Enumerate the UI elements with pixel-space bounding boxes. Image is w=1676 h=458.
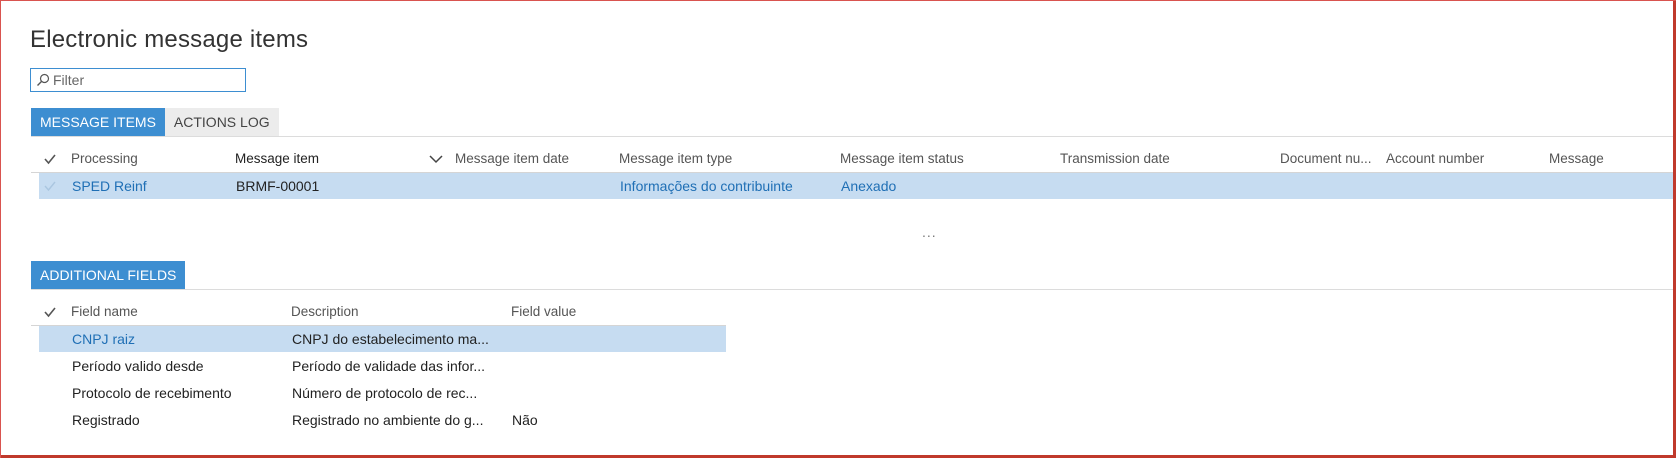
column-header-message[interactable]: Message — [1549, 151, 1604, 166]
column-header-message-item[interactable]: Message item — [235, 151, 319, 166]
additional-tabs: ADDITIONAL FIELDS — [31, 261, 186, 289]
cell-processing[interactable]: SPED Reinf — [72, 173, 147, 199]
row-check-icon[interactable] — [43, 179, 57, 193]
cell-description[interactable]: Período de validade das infor... — [292, 353, 504, 379]
column-header-transmission-date[interactable]: Transmission date — [1060, 151, 1170, 166]
select-all-check-icon[interactable] — [43, 152, 57, 166]
additional-tab-divider — [31, 289, 1673, 290]
page-title: Electronic message items — [30, 26, 309, 53]
cell-description[interactable]: CNPJ do estabelecimento ma... — [292, 326, 504, 352]
tab-additional-fields[interactable]: ADDITIONAL FIELDS — [31, 261, 186, 289]
cell-description[interactable]: Número de protocolo de rec... — [292, 380, 504, 406]
tab-message-items[interactable]: MESSAGE ITEMS — [31, 108, 165, 136]
cell-field-name[interactable]: Registrado — [72, 407, 140, 433]
cell-field-name[interactable]: Protocolo de recebimento — [72, 380, 232, 406]
column-header-document-number[interactable]: Document nu... — [1280, 151, 1372, 166]
window-border-top — [0, 0, 1676, 1]
cell-description[interactable]: Registrado no ambiente do g... — [292, 407, 504, 433]
window-border-left — [0, 0, 1, 458]
table-row[interactable]: Período valido desde Período de validade… — [39, 353, 726, 379]
column-header-field-value[interactable]: Field value — [511, 304, 576, 319]
column-header-field-name[interactable]: Field name — [71, 304, 138, 319]
tab-divider — [31, 136, 1673, 137]
table-row[interactable]: Registrado Registrado no ambiente do g..… — [39, 407, 726, 433]
column-header-processing[interactable]: Processing — [71, 151, 138, 166]
filter-input[interactable] — [53, 71, 241, 89]
select-all-check-icon[interactable] — [43, 305, 57, 319]
cell-message-item-status[interactable]: Anexado — [841, 173, 896, 199]
cell-message-item-type[interactable]: Informações do contribuinte — [620, 173, 793, 199]
search-icon — [37, 73, 50, 86]
filter-box[interactable] — [30, 68, 246, 92]
column-header-message-item-status[interactable]: Message item status — [840, 151, 964, 166]
table-row[interactable]: Protocolo de recebimento Número de proto… — [39, 380, 726, 406]
column-header-account-number[interactable]: Account number — [1386, 151, 1484, 166]
splitter-handle[interactable]: ... — [922, 224, 937, 240]
column-header-message-item-date[interactable]: Message item date — [455, 151, 569, 166]
cell-field-name[interactable]: CNPJ raiz — [72, 326, 135, 352]
fields-grid-header: Field name Description Field value — [31, 304, 731, 324]
tab-actions-log[interactable]: ACTIONS LOG — [164, 108, 279, 136]
cell-field-value[interactable]: Não — [512, 407, 538, 433]
column-header-description[interactable]: Description — [291, 304, 359, 319]
chevron-down-icon[interactable] — [429, 154, 443, 164]
column-header-message-item-type[interactable]: Message item type — [619, 151, 732, 166]
table-row[interactable]: CNPJ raiz CNPJ do estabelecimento ma... — [39, 326, 726, 352]
items-grid-header: Processing Message item Message item dat… — [31, 151, 1671, 171]
message-tabs: MESSAGE ITEMS ACTIONS LOG — [31, 108, 279, 136]
table-row[interactable]: SPED Reinf BRMF-00001 Informações do con… — [39, 173, 1673, 199]
cell-field-name[interactable]: Período valido desde — [72, 353, 204, 379]
cell-message-item[interactable]: BRMF-00001 — [236, 173, 319, 199]
